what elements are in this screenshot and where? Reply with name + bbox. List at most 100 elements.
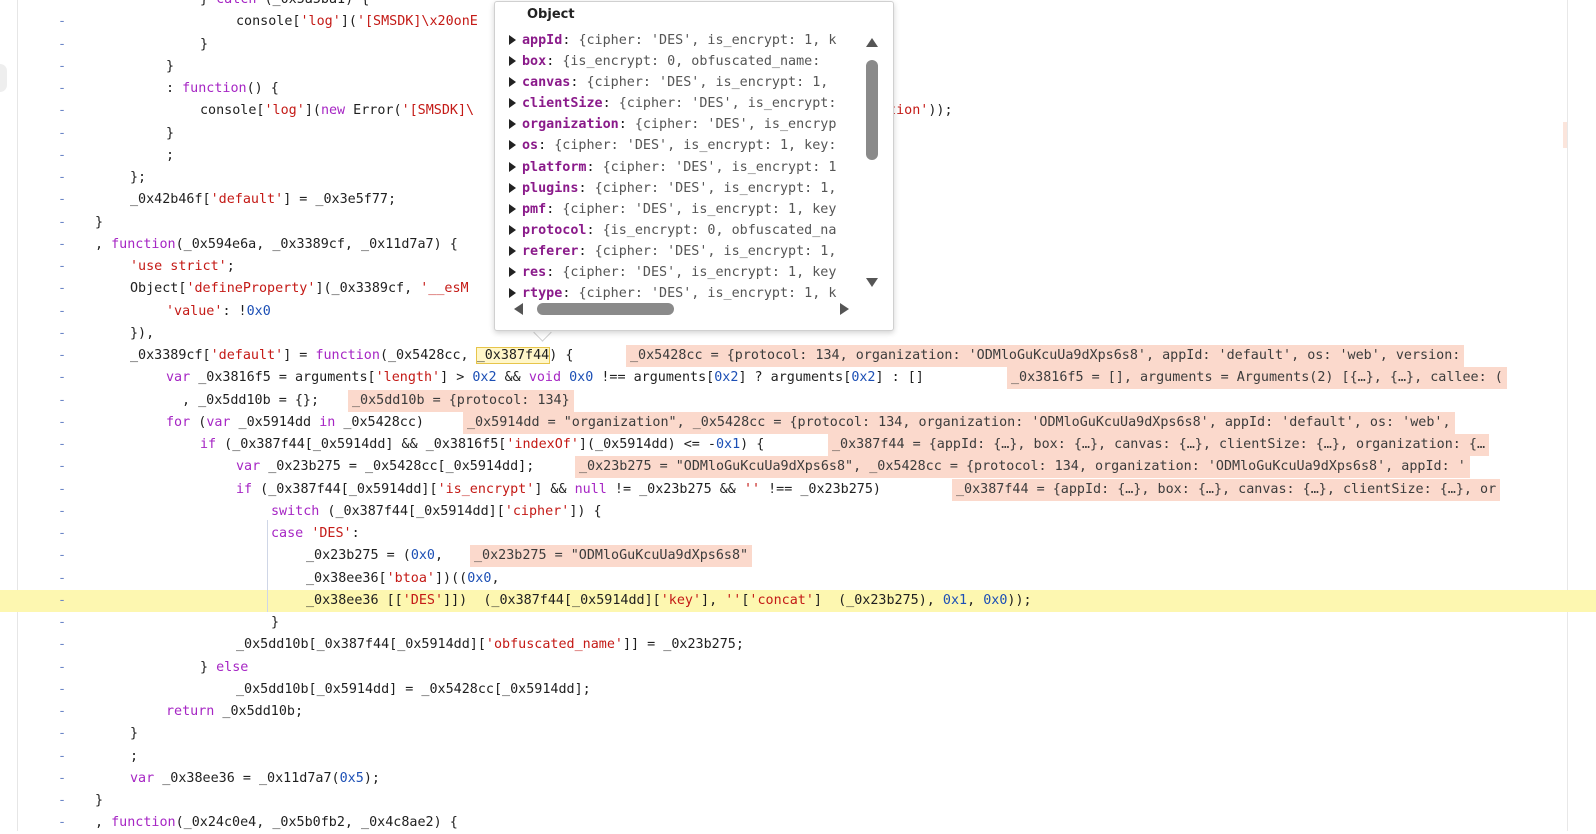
object-property-row[interactable]: appId: {cipher: 'DES', is_encrypt: 1, k [509, 30, 861, 51]
expand-triangle-icon[interactable] [509, 224, 516, 235]
line-marker[interactable]: - [58, 479, 66, 501]
object-property-row[interactable]: rtype: {cipher: 'DES', is_encrypt: 1, k [509, 283, 861, 300]
line-marker[interactable]: - [58, 145, 66, 167]
line-marker[interactable]: - [58, 278, 66, 300]
line-marker[interactable]: - [58, 679, 66, 701]
line-marker[interactable]: - [58, 456, 66, 478]
expand-triangle-icon[interactable] [509, 203, 516, 214]
line-marker[interactable]: - [58, 78, 66, 100]
code-line[interactable]: - , _0x5dd10b = {}; _0x5dd10b = {protocol:… [0, 389, 1596, 412]
code-line[interactable]: -; [0, 746, 1596, 768]
line-marker[interactable]: - [58, 189, 66, 211]
expand-triangle-icon[interactable] [509, 140, 516, 151]
line-marker[interactable]: - [58, 212, 66, 234]
line-marker[interactable]: - [58, 167, 66, 189]
object-property-row[interactable]: box: {is_encrypt: 0, obfuscated_name: [509, 51, 861, 72]
expand-triangle-icon[interactable] [509, 267, 516, 278]
code-line[interactable]: -} [0, 790, 1596, 812]
line-marker[interactable]: - [58, 701, 66, 723]
line-marker[interactable]: - [58, 657, 66, 679]
code-line[interactable]: - var _0x38ee36 = _0x11d7a7(0x5); [0, 768, 1596, 790]
line-marker[interactable]: - [58, 434, 66, 456]
object-preview-popover[interactable]: Object appId: {cipher: 'DES', is_encrypt… [494, 1, 894, 331]
scroll-right-arrow-icon[interactable] [840, 303, 849, 315]
object-property-row[interactable]: protocol: {is_encrypt: 0, obfuscated_na [509, 220, 861, 241]
scroll-left-arrow-icon[interactable] [514, 303, 523, 315]
object-property-row[interactable]: canvas: {cipher: 'DES', is_encrypt: 1, [509, 72, 861, 93]
code-line[interactable]: - _0x38ee36['btoa'])((0x0, [0, 568, 1596, 590]
code-line[interactable]: - _0x3389cf['default'] = function(_0x5428… [0, 345, 1596, 367]
line-marker[interactable]: - [58, 634, 66, 656]
code-line[interactable]: - var _0x23b275 = _0x5428cc[_0x5914dd]; _0… [0, 456, 1596, 479]
property-value: {cipher: 'DES', is_encrypt: 1 [602, 159, 837, 175]
line-marker[interactable]: - [58, 123, 66, 145]
expand-triangle-icon[interactable] [509, 288, 516, 299]
vertical-scrollbar-thumb[interactable] [866, 60, 878, 160]
expand-triangle-icon[interactable] [509, 98, 516, 109]
inline-variable-value: _0x23b275 = "ODMloGuKcuUa9dXps6s8", _0x5… [575, 456, 1470, 479]
line-marker[interactable]: - [58, 34, 66, 56]
code-line[interactable]: - case 'DES': [0, 523, 1596, 545]
code-line[interactable]: - _0x5dd10b[_0x387f44[_0x5914dd]['obfusca… [0, 634, 1596, 656]
code-line[interactable]: -} [0, 612, 1596, 634]
code-line[interactable]: - switch (_0x387f44[_0x5914dd]['cipher'])… [0, 501, 1596, 523]
line-marker[interactable]: - [58, 234, 66, 256]
code-line[interactable]: - var _0x3816f5 = arguments['length'] > 0… [0, 367, 1596, 390]
line-marker[interactable]: - [58, 768, 66, 790]
line-marker[interactable]: - [58, 345, 66, 367]
line-marker[interactable]: - [58, 501, 66, 523]
property-key: protocol [522, 222, 587, 238]
code-line[interactable]: -} [0, 723, 1596, 745]
line-marker[interactable]: - [58, 545, 66, 567]
expand-triangle-icon[interactable] [509, 245, 516, 256]
line-marker[interactable]: - [58, 523, 66, 545]
object-property-row[interactable]: plugins: {cipher: 'DES', is_encrypt: 1, [509, 178, 861, 199]
expand-triangle-icon[interactable] [509, 119, 516, 130]
scroll-down-arrow-icon[interactable] [866, 278, 878, 287]
line-marker[interactable]: - [58, 256, 66, 278]
code-line[interactable]: - _0x5dd10b[_0x5914dd] = _0x5428cc[_0x591… [0, 679, 1596, 701]
line-marker[interactable]: - [58, 11, 66, 33]
line-marker[interactable]: - [58, 746, 66, 768]
code-text: : function() { [166, 81, 279, 96]
code-line-current-execution[interactable]: - _0x38ee36 [['DES']]) (_0x387f44[_0x5914… [0, 589, 1596, 612]
line-marker[interactable]: - [58, 790, 66, 812]
expand-triangle-icon[interactable] [509, 77, 516, 88]
object-property-row[interactable]: os: {cipher: 'DES', is_encrypt: 1, key: [509, 135, 861, 156]
code-line[interactable]: - _0x23b275 = (0x0, _0x23b275 = "ODMloGuKc… [0, 545, 1596, 568]
code-text: console['log'](new Error('[SMSDK]\ [200, 103, 475, 119]
line-marker[interactable]: - [58, 612, 66, 634]
code-line[interactable]: - for (var _0x5914dd in _0x5428cc) _0x5914… [0, 411, 1596, 434]
horizontal-scrollbar-thumb[interactable] [537, 303, 674, 315]
object-property-row[interactable]: clientSize: {cipher: 'DES', is_encrypt: [509, 93, 861, 114]
line-marker[interactable]: - [58, 723, 66, 745]
object-property-row[interactable]: referer: {cipher: 'DES', is_encrypt: 1, [509, 241, 861, 262]
code-line[interactable]: -} else [0, 657, 1596, 679]
line-marker[interactable]: - [58, 590, 66, 612]
object-properties-list[interactable]: appId: {cipher: 'DES', is_encrypt: 1, kb… [509, 30, 861, 300]
line-marker[interactable]: - [58, 56, 66, 78]
code-line[interactable]: - if (_0x387f44[_0x5914dd] && _0x3816f5['… [0, 434, 1596, 456]
scroll-up-arrow-icon[interactable] [866, 38, 878, 47]
line-marker[interactable]: - [58, 367, 66, 389]
expand-triangle-icon[interactable] [509, 161, 516, 172]
line-marker[interactable]: - [58, 412, 66, 434]
line-marker[interactable]: - [58, 0, 66, 11]
expand-triangle-icon[interactable] [509, 35, 516, 45]
hovered-token[interactable]: _0x387f44 [475, 347, 551, 364]
object-property-row[interactable]: organization: {cipher: 'DES', is_encryp [509, 114, 861, 135]
code-line[interactable]: - if (_0x387f44[_0x5914dd]['is_encrypt'] … [0, 478, 1596, 501]
object-property-row[interactable]: pmf: {cipher: 'DES', is_encrypt: 1, key [509, 199, 861, 220]
line-marker[interactable]: - [58, 100, 66, 122]
line-marker[interactable]: - [58, 390, 66, 412]
expand-triangle-icon[interactable] [509, 56, 516, 67]
line-marker[interactable]: - [58, 568, 66, 590]
property-value: {cipher: 'DES', is_encryp [634, 117, 837, 133]
line-marker[interactable]: - [58, 323, 66, 345]
line-marker[interactable]: - [58, 301, 66, 323]
expand-triangle-icon[interactable] [509, 182, 516, 193]
object-property-row[interactable]: res: {cipher: 'DES', is_encrypt: 1, key [509, 262, 861, 283]
code-text: } catch (_0x5a5ba1) { [200, 0, 369, 11]
object-property-row[interactable]: platform: {cipher: 'DES', is_encrypt: 1 [509, 157, 861, 178]
code-line[interactable]: - return _0x5dd10b; [0, 701, 1596, 723]
